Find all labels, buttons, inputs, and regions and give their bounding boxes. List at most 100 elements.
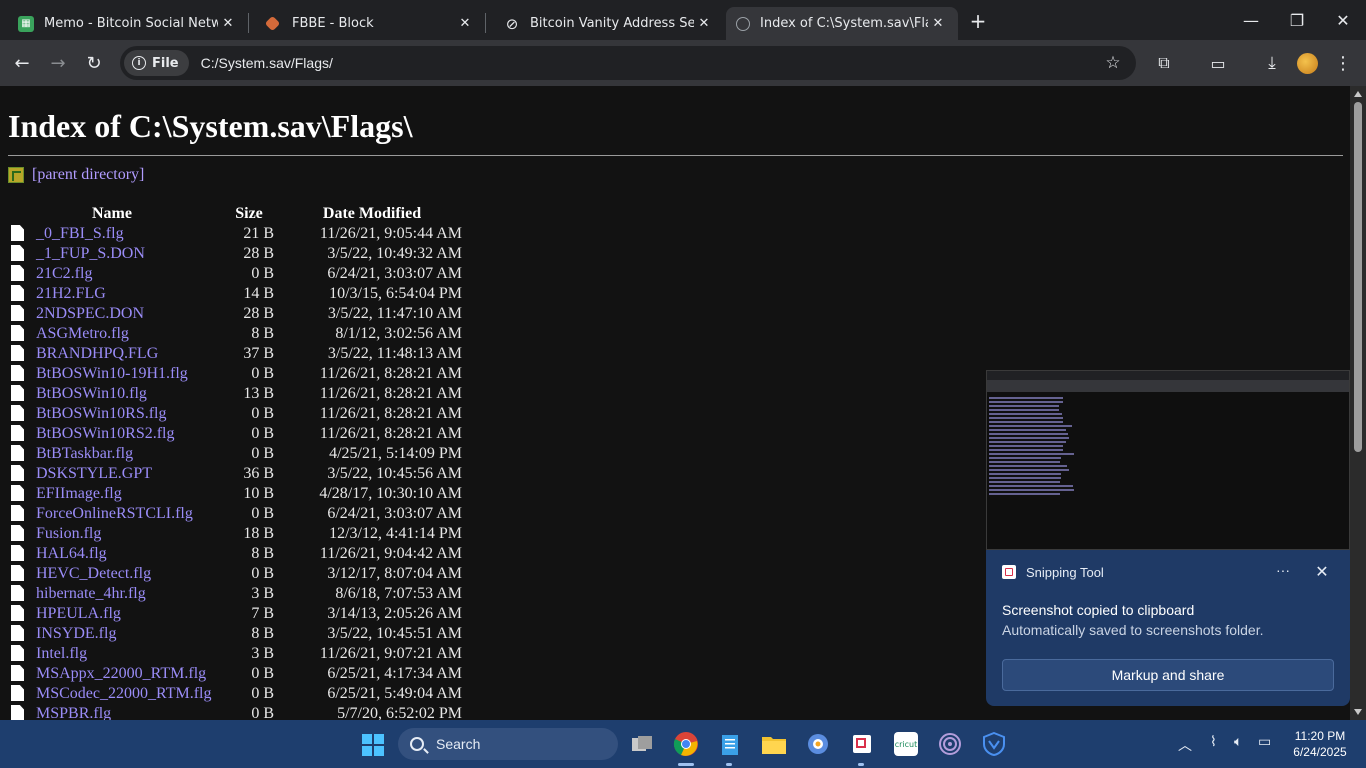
running-indicator (726, 763, 732, 766)
file-link[interactable]: hibernate_4hr.flg (36, 585, 146, 602)
bookmark-star-icon[interactable]: ☆ (1102, 52, 1124, 74)
file-link[interactable]: HEVC_Detect.flg (36, 565, 151, 582)
file-icon (11, 645, 24, 661)
menu-kebab-icon[interactable]: ⋮ (1329, 49, 1357, 77)
network-icon[interactable]: ⌇ (1210, 734, 1217, 750)
download-icon[interactable]: ⤓ (1258, 49, 1286, 77)
file-link[interactable]: EFIImage.flg (36, 485, 122, 502)
volume-icon[interactable]: 🔈︎ (1234, 734, 1242, 750)
file-link[interactable]: HPEULA.flg (36, 605, 121, 622)
new-tab-button[interactable]: + (966, 9, 990, 33)
file-date-cell: 12/3/12, 4:41:14 PM (329, 525, 462, 542)
preview-line (989, 485, 1073, 487)
column-header-name[interactable]: Name (8, 204, 216, 224)
file-link[interactable]: HAL64.flg (36, 545, 107, 562)
close-icon[interactable]: ✕ (218, 14, 238, 34)
search-icon (410, 737, 424, 751)
tab-fbbe[interactable]: FBBE - Block ✕ (249, 7, 485, 40)
cast-icon[interactable]: ▭ (1204, 49, 1232, 77)
scrollbar-thumb[interactable] (1354, 102, 1362, 452)
file-name-cell: BRANDHPQ.FLG (8, 344, 216, 364)
file-link[interactable]: INSYDE.flg (36, 625, 116, 642)
file-link[interactable]: BRANDHPQ.FLG (36, 345, 158, 362)
file-date-cell: 4/25/21, 5:14:09 PM (329, 445, 462, 462)
extensions-icon[interactable]: ⧉ (1150, 49, 1178, 77)
file-link[interactable]: BtBOSWin10RS.flg (36, 405, 167, 422)
file-link[interactable]: BtBOSWin10.flg (36, 385, 147, 402)
tab-index-active[interactable]: Index of C:\System.sav\Flags\ ✕ (726, 7, 958, 40)
file-link[interactable]: MSPBR.flg (36, 705, 111, 720)
file-link[interactable]: _0_FBI_S.flg (36, 225, 124, 242)
windows-logo-pane (374, 746, 384, 756)
file-link[interactable]: DSKSTYLE.GPT (36, 465, 152, 482)
system-clock[interactable]: 11:20 PM 6/24/2025 (1286, 728, 1354, 760)
file-size-cell: 8 B (251, 325, 274, 342)
snipping-tool-taskbar-icon[interactable] (846, 728, 878, 760)
file-icon (11, 625, 24, 641)
file-name-cell: EFIImage.flg (8, 484, 216, 504)
tor-browser-icon[interactable] (934, 728, 966, 760)
file-link[interactable]: MSAppx_22000_RTM.flg (36, 665, 206, 682)
battery-icon[interactable]: ▭ (1258, 734, 1271, 750)
show-hidden-icons-chevron[interactable]: ︿ (1178, 735, 1192, 755)
running-indicator (678, 763, 694, 766)
column-header-date[interactable]: Date Modified (282, 204, 462, 224)
page-scrollbar[interactable] (1350, 86, 1366, 720)
reload-button[interactable]: ↻ (80, 49, 108, 77)
close-notification-button[interactable]: ✕ (1312, 562, 1332, 582)
file-link[interactable]: 21C2.flg (36, 265, 92, 282)
file-icon (11, 265, 24, 281)
more-options-button[interactable]: ··· (1272, 562, 1294, 582)
file-link[interactable]: MSCodec_22000_RTM.flg (36, 685, 211, 702)
running-indicator (858, 763, 864, 766)
tab-vanity[interactable]: ⊘ Bitcoin Vanity Address Security ✕ (486, 7, 724, 40)
file-date-cell: 11/26/21, 9:07:21 AM (319, 645, 462, 662)
file-link[interactable]: BtBTaskbar.flg (36, 445, 133, 462)
preview-line (989, 425, 1072, 427)
close-window-button[interactable]: ✕ (1320, 0, 1366, 40)
file-link[interactable]: BtBOSWin10RS2.flg (36, 425, 175, 442)
task-view-icon[interactable] (626, 728, 658, 760)
start-button[interactable] (362, 734, 384, 756)
file-icon (11, 585, 24, 601)
chip-label: File (152, 55, 179, 71)
site-info-chip[interactable]: i File (124, 50, 189, 76)
column-header-size[interactable]: Size (216, 204, 282, 224)
vpn-shield-icon[interactable] (978, 728, 1010, 760)
close-icon[interactable]: ✕ (694, 14, 714, 34)
settings-gear-icon[interactable] (802, 728, 834, 760)
back-button[interactable]: ← (8, 49, 36, 77)
file-link[interactable]: 2NDSPEC.DON (36, 305, 144, 322)
chrome-icon[interactable] (670, 728, 702, 760)
forward-button[interactable]: → (44, 49, 72, 77)
file-link[interactable]: Fusion.flg (36, 525, 101, 542)
file-link[interactable]: ForceOnlineRSTCLI.flg (36, 505, 193, 522)
profile-avatar[interactable] (1297, 53, 1318, 74)
minimize-button[interactable]: — (1228, 0, 1274, 40)
scroll-up-arrow[interactable] (1354, 91, 1362, 97)
cricut-icon[interactable]: cricut (890, 728, 922, 760)
file-link[interactable]: Intel.flg (36, 645, 87, 662)
close-icon[interactable]: ✕ (928, 14, 948, 34)
file-link[interactable]: _1_FUP_S.DON (36, 245, 145, 262)
file-link[interactable]: BtBOSWin10-19H1.flg (36, 365, 188, 382)
address-bar[interactable]: i File C:/System.sav/Flags/ ☆ (120, 46, 1136, 80)
url-text[interactable]: C:/System.sav/Flags/ (201, 55, 333, 71)
close-icon[interactable]: ✕ (455, 14, 475, 34)
file-link[interactable]: ASGMetro.flg (36, 325, 129, 342)
file-link[interactable]: 21H2.FLG (36, 285, 106, 302)
taskbar-search[interactable]: Search (398, 728, 618, 760)
parent-directory-link[interactable]: [parent directory] (32, 166, 144, 184)
screenshot-preview-thumbnail[interactable] (986, 370, 1350, 550)
clock-time: 11:20 PM (1294, 729, 1346, 743)
tab-title: FBBE - Block (292, 16, 374, 31)
file-name-cell: BtBTaskbar.flg (8, 444, 216, 464)
file-name-cell: BtBOSWin10.flg (8, 384, 216, 404)
file-explorer-icon[interactable] (758, 728, 790, 760)
file-icon (11, 345, 24, 361)
notepad-icon[interactable] (714, 728, 746, 760)
tab-memo[interactable]: ▦ Memo - Bitcoin Social Network ✕ (0, 7, 248, 40)
scroll-down-arrow[interactable] (1354, 709, 1362, 715)
markup-and-share-button[interactable]: Markup and share (1002, 659, 1334, 691)
restore-button[interactable]: ❐ (1274, 0, 1320, 40)
